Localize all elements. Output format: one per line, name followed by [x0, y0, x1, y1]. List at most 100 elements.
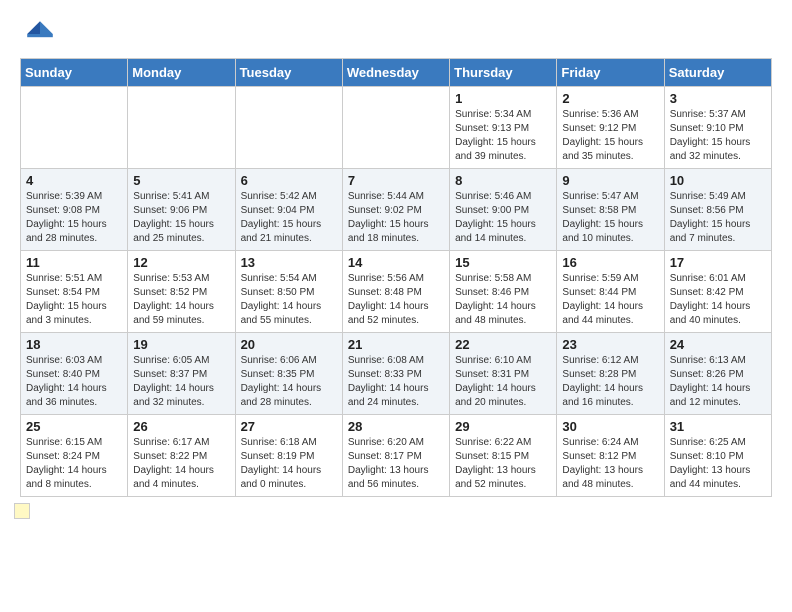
calendar-day-header-sunday: Sunday [21, 59, 128, 87]
day-number: 15 [455, 255, 551, 270]
day-number: 4 [26, 173, 122, 188]
day-number: 22 [455, 337, 551, 352]
calendar-cell: 8 Sunrise: 5:46 AM Sunset: 9:00 PM Daylig… [450, 169, 557, 251]
day-info: Sunrise: 6:01 AM Sunset: 8:42 PM Dayligh… [670, 272, 766, 328]
calendar-cell: 25Sunrise: 6:15 AM Sunset: 8:24 PM Dayli… [21, 415, 128, 497]
day-number: 28 [348, 419, 444, 434]
day-number: 29 [455, 419, 551, 434]
day-number: 5 [133, 173, 229, 188]
day-number: 8 [455, 173, 551, 188]
day-info: Sunrise: 5:53 AM Sunset: 8:52 PM Dayligh… [133, 272, 229, 328]
day-number: 2 [562, 91, 658, 106]
day-number: 26 [133, 419, 229, 434]
calendar-cell: 10 Sunrise: 5:49 AM Sunset: 8:56 PM Dayli… [664, 169, 771, 251]
day-info: Sunrise: 5:36 AM Sunset: 9:12 PM Dayligh… [562, 108, 658, 164]
day-number: 30 [562, 419, 658, 434]
calendar-cell: 7Sunrise: 5:44 AM Sunset: 9:02 PM Daylig… [342, 169, 449, 251]
day-info: Sunrise: 5:49 AM Sunset: 8:56 PM Dayligh… [670, 190, 766, 246]
day-info: Sunrise: 5:58 AM Sunset: 8:46 PM Dayligh… [455, 272, 551, 328]
calendar-cell: 19 Sunrise: 6:05 AM Sunset: 8:37 PM Dayli… [128, 333, 235, 415]
calendar-week-row: 4 Sunrise: 5:39 AM Sunset: 9:08 PM Daylig… [21, 169, 772, 251]
day-info: Sunrise: 6:05 AM Sunset: 8:37 PM Dayligh… [133, 354, 229, 410]
calendar-cell: 18Sunrise: 6:03 AM Sunset: 8:40 PM Dayli… [21, 333, 128, 415]
day-info: Sunrise: 5:39 AM Sunset: 9:08 PM Dayligh… [26, 190, 122, 246]
day-number: 10 [670, 173, 766, 188]
calendar-week-row: 18Sunrise: 6:03 AM Sunset: 8:40 PM Dayli… [21, 333, 772, 415]
calendar-cell: 28 Sunrise: 6:20 AM Sunset: 8:17 PM Dayli… [342, 415, 449, 497]
calendar-day-header-monday: Monday [128, 59, 235, 87]
day-info: Sunrise: 5:56 AM Sunset: 8:48 PM Dayligh… [348, 272, 444, 328]
calendar-week-row: 25Sunrise: 6:15 AM Sunset: 8:24 PM Dayli… [21, 415, 772, 497]
day-info: Sunrise: 6:20 AM Sunset: 8:17 PM Dayligh… [348, 436, 444, 492]
day-info: Sunrise: 6:08 AM Sunset: 8:33 PM Dayligh… [348, 354, 444, 410]
calendar-cell: 1Sunrise: 5:34 AM Sunset: 9:13 PM Daylig… [450, 87, 557, 169]
calendar-cell: 24 Sunrise: 6:13 AM Sunset: 8:26 PM Dayli… [664, 333, 771, 415]
page-header [0, 0, 792, 58]
calendar-cell: 31 Sunrise: 6:25 AM Sunset: 8:10 PM Dayli… [664, 415, 771, 497]
legend [0, 497, 792, 525]
calendar-cell: 9 Sunrise: 5:47 AM Sunset: 8:58 PM Daylig… [557, 169, 664, 251]
calendar-cell: 16 Sunrise: 5:59 AM Sunset: 8:44 PM Dayli… [557, 251, 664, 333]
day-info: Sunrise: 5:41 AM Sunset: 9:06 PM Dayligh… [133, 190, 229, 246]
day-info: Sunrise: 6:10 AM Sunset: 8:31 PM Dayligh… [455, 354, 551, 410]
calendar-cell [235, 87, 342, 169]
day-info: Sunrise: 6:06 AM Sunset: 8:35 PM Dayligh… [241, 354, 337, 410]
day-info: Sunrise: 6:18 AM Sunset: 8:19 PM Dayligh… [241, 436, 337, 492]
day-number: 16 [562, 255, 658, 270]
calendar-cell: 2 Sunrise: 5:36 AM Sunset: 9:12 PM Daylig… [557, 87, 664, 169]
day-info: Sunrise: 5:47 AM Sunset: 8:58 PM Dayligh… [562, 190, 658, 246]
calendar-cell: 3 Sunrise: 5:37 AM Sunset: 9:10 PM Daylig… [664, 87, 771, 169]
day-info: Sunrise: 6:17 AM Sunset: 8:22 PM Dayligh… [133, 436, 229, 492]
calendar-day-header-friday: Friday [557, 59, 664, 87]
calendar-cell: 20 Sunrise: 6:06 AM Sunset: 8:35 PM Dayli… [235, 333, 342, 415]
day-number: 31 [670, 419, 766, 434]
day-info: Sunrise: 5:37 AM Sunset: 9:10 PM Dayligh… [670, 108, 766, 164]
day-info: Sunrise: 6:25 AM Sunset: 8:10 PM Dayligh… [670, 436, 766, 492]
day-number: 17 [670, 255, 766, 270]
calendar-cell: 21 Sunrise: 6:08 AM Sunset: 8:33 PM Dayli… [342, 333, 449, 415]
day-number: 13 [241, 255, 337, 270]
calendar-cell: 23 Sunrise: 6:12 AM Sunset: 8:28 PM Dayli… [557, 333, 664, 415]
calendar-cell: 29 Sunrise: 6:22 AM Sunset: 8:15 PM Dayli… [450, 415, 557, 497]
logo [24, 18, 58, 50]
day-number: 7 [348, 173, 444, 188]
day-number: 25 [26, 419, 122, 434]
day-number: 20 [241, 337, 337, 352]
day-number: 9 [562, 173, 658, 188]
day-info: Sunrise: 5:54 AM Sunset: 8:50 PM Dayligh… [241, 272, 337, 328]
calendar-cell: 15 Sunrise: 5:58 AM Sunset: 8:46 PM Dayli… [450, 251, 557, 333]
day-info: Sunrise: 5:46 AM Sunset: 9:00 PM Dayligh… [455, 190, 551, 246]
day-number: 23 [562, 337, 658, 352]
day-info: Sunrise: 6:12 AM Sunset: 8:28 PM Dayligh… [562, 354, 658, 410]
day-number: 3 [670, 91, 766, 106]
day-number: 21 [348, 337, 444, 352]
day-number: 6 [241, 173, 337, 188]
calendar-wrapper: SundayMondayTuesdayWednesdayThursdayFrid… [0, 58, 792, 497]
calendar-cell [21, 87, 128, 169]
legend-color-box [14, 503, 30, 519]
day-number: 18 [26, 337, 122, 352]
calendar-week-row: 11Sunrise: 5:51 AM Sunset: 8:54 PM Dayli… [21, 251, 772, 333]
day-info: Sunrise: 5:59 AM Sunset: 8:44 PM Dayligh… [562, 272, 658, 328]
calendar-cell: 5 Sunrise: 5:41 AM Sunset: 9:06 PM Daylig… [128, 169, 235, 251]
day-info: Sunrise: 6:24 AM Sunset: 8:12 PM Dayligh… [562, 436, 658, 492]
calendar-cell: 30 Sunrise: 6:24 AM Sunset: 8:12 PM Dayli… [557, 415, 664, 497]
logo-icon [24, 18, 56, 50]
day-info: Sunrise: 6:13 AM Sunset: 8:26 PM Dayligh… [670, 354, 766, 410]
calendar-table: SundayMondayTuesdayWednesdayThursdayFrid… [20, 58, 772, 497]
calendar-cell: 27 Sunrise: 6:18 AM Sunset: 8:19 PM Dayli… [235, 415, 342, 497]
calendar-cell: 13 Sunrise: 5:54 AM Sunset: 8:50 PM Dayli… [235, 251, 342, 333]
calendar-day-header-tuesday: Tuesday [235, 59, 342, 87]
day-number: 19 [133, 337, 229, 352]
calendar-cell: 17 Sunrise: 6:01 AM Sunset: 8:42 PM Dayli… [664, 251, 771, 333]
calendar-cell: 11Sunrise: 5:51 AM Sunset: 8:54 PM Dayli… [21, 251, 128, 333]
calendar-cell [128, 87, 235, 169]
day-info: Sunrise: 6:22 AM Sunset: 8:15 PM Dayligh… [455, 436, 551, 492]
day-number: 24 [670, 337, 766, 352]
calendar-day-header-saturday: Saturday [664, 59, 771, 87]
calendar-cell [342, 87, 449, 169]
calendar-day-header-thursday: Thursday [450, 59, 557, 87]
day-number: 12 [133, 255, 229, 270]
calendar-cell: 14Sunrise: 5:56 AM Sunset: 8:48 PM Dayli… [342, 251, 449, 333]
day-number: 27 [241, 419, 337, 434]
